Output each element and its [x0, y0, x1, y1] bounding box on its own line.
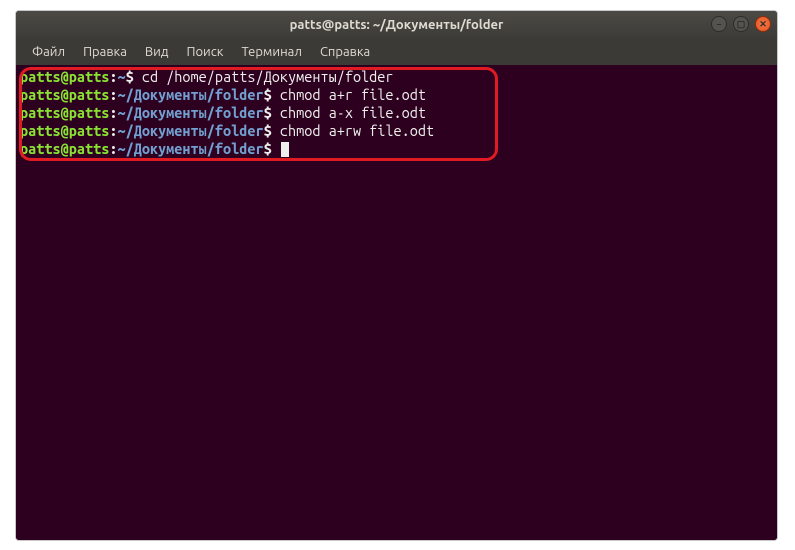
menu-file[interactable]: Файл — [24, 42, 73, 62]
maximize-button[interactable]: ▢ — [733, 16, 749, 32]
prompt-dollar: $ — [264, 140, 272, 157]
prompt-path: ~/Документы/folder — [117, 104, 263, 121]
window-buttons: – ▢ ✕ — [711, 16, 771, 32]
terminal-line: patts@patts:~/Документы/folder$ chmod a-… — [20, 104, 773, 122]
menu-help[interactable]: Справка — [312, 42, 378, 62]
menu-edit[interactable]: Правка — [75, 42, 135, 62]
command-text: chmod a+rw file.odt — [272, 122, 434, 139]
menu-terminal[interactable]: Терминал — [233, 42, 309, 62]
prompt-user: patts@patts — [20, 86, 109, 103]
prompt-dollar: $ — [264, 122, 272, 139]
prompt-path: ~/Документы/folder — [117, 86, 263, 103]
prompt-path: ~ — [117, 68, 125, 85]
command-text: chmod a+r file.odt — [272, 86, 426, 103]
prompt-user: patts@patts — [20, 68, 109, 85]
terminal-area[interactable]: patts@patts:~$ cd /home/patts/Документы/… — [16, 65, 777, 540]
prompt-user: patts@patts — [20, 140, 109, 157]
prompt-path: ~/Документы/folder — [117, 140, 263, 157]
terminal-line: patts@patts:~/Документы/folder$ chmod a+… — [20, 122, 773, 140]
menu-search[interactable]: Поиск — [178, 42, 231, 62]
prompt-dollar: $ — [264, 104, 272, 121]
terminal-window: patts@patts: ~/Документы/folder – ▢ ✕ Фа… — [15, 10, 778, 541]
command-text: cd /home/patts/Документы/folder — [134, 68, 394, 85]
titlebar: patts@patts: ~/Документы/folder – ▢ ✕ — [16, 11, 777, 39]
prompt-user: patts@patts — [20, 104, 109, 121]
window-title: patts@patts: ~/Документы/folder — [290, 18, 504, 32]
prompt-dollar: $ — [264, 86, 272, 103]
prompt-user: patts@patts — [20, 122, 109, 139]
prompt-path: ~/Документы/folder — [117, 122, 263, 139]
command-text — [272, 140, 280, 157]
menubar: Файл Правка Вид Поиск Терминал Справка — [16, 39, 777, 65]
terminal-line: patts@patts:~/Документы/folder$ chmod a+… — [20, 86, 773, 104]
command-text: chmod a-x file.odt — [272, 104, 426, 121]
minimize-button[interactable]: – — [711, 16, 727, 32]
terminal-line: patts@patts:~/Документы/folder$ — [20, 140, 773, 158]
close-button[interactable]: ✕ — [755, 16, 771, 32]
menu-view[interactable]: Вид — [137, 42, 177, 62]
terminal-line: patts@patts:~$ cd /home/patts/Документы/… — [20, 68, 773, 86]
cursor-icon — [281, 142, 289, 157]
prompt-dollar: $ — [126, 68, 134, 85]
